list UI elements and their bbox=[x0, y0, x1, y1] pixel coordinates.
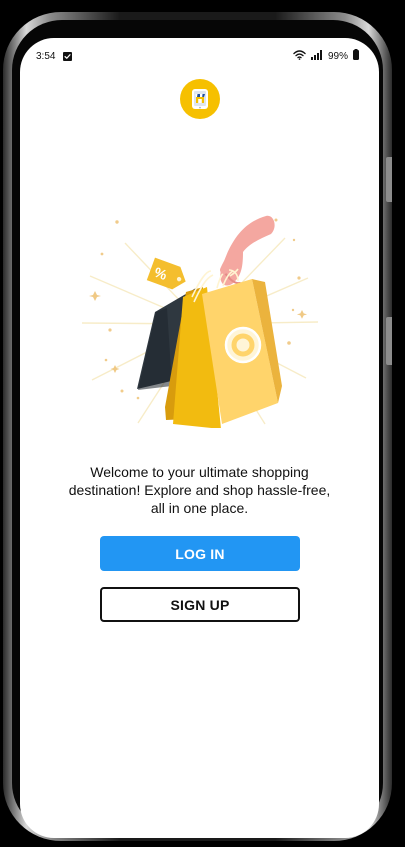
signup-button[interactable]: SIGN UP bbox=[100, 587, 300, 622]
checkbox-notification-icon bbox=[63, 51, 73, 61]
battery-percent: 99% bbox=[327, 50, 348, 62]
signal-icon bbox=[310, 49, 323, 63]
status-left: 3:54 bbox=[36, 50, 73, 62]
status-right: 99% bbox=[293, 49, 359, 63]
store-logo-icon bbox=[180, 79, 220, 119]
wifi-icon bbox=[293, 49, 306, 63]
login-button[interactable]: LOG IN bbox=[100, 536, 300, 571]
welcome-message: Welcome to your ultimate shopping destin… bbox=[68, 464, 331, 516]
volume-button bbox=[386, 157, 392, 202]
signup-button-label: SIGN UP bbox=[170, 596, 230, 613]
app-screen: 3:54 99% % Welcome to your ultimate shop… bbox=[20, 38, 379, 838]
power-button bbox=[386, 317, 392, 365]
battery-icon bbox=[353, 49, 359, 63]
status-time: 3:54 bbox=[36, 50, 56, 62]
phone-frame: 3:54 99% % Welcome to your ultimate shop… bbox=[3, 12, 392, 841]
status-bar: 3:54 99% bbox=[20, 38, 379, 74]
login-button-label: LOG IN bbox=[175, 545, 225, 562]
shopping-bags-illustration: % bbox=[80, 198, 320, 429]
